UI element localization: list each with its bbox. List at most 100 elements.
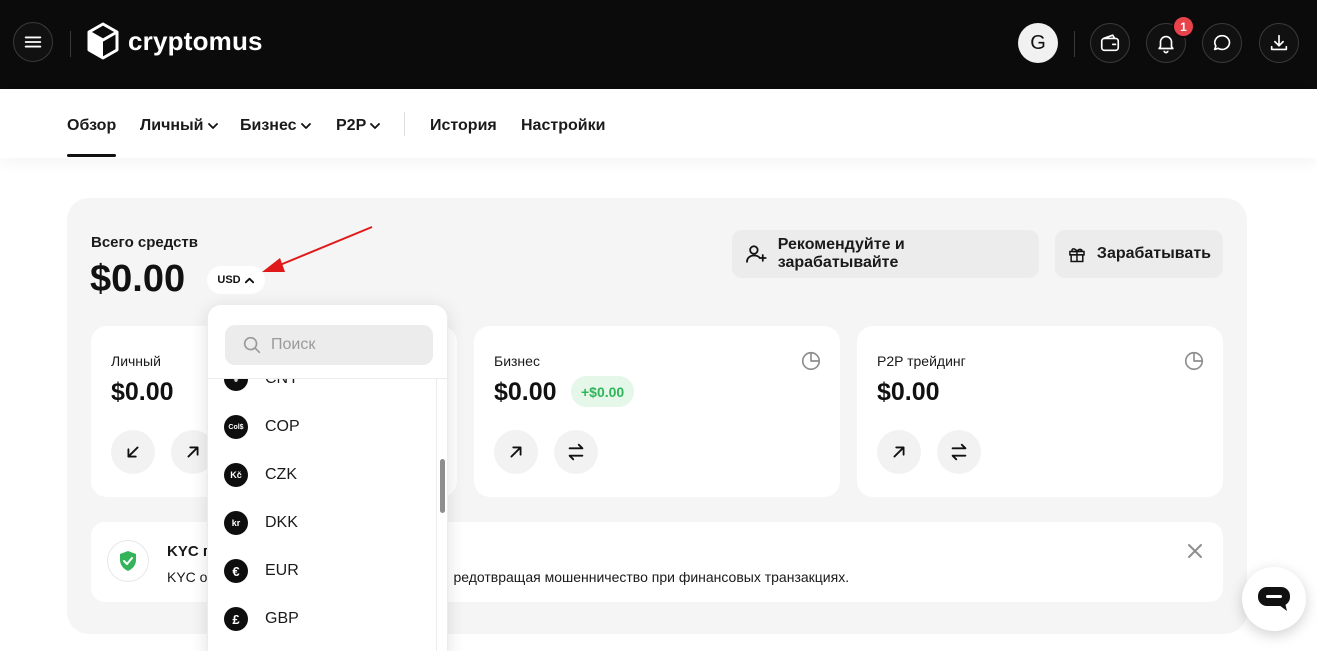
currency-option-czk[interactable]: Kč CZK [224, 461, 297, 489]
withdraw-button[interactable] [494, 430, 538, 474]
arrow-up-right-icon [893, 446, 905, 458]
scrollbar-track [436, 379, 437, 651]
nav-divider [404, 112, 405, 136]
chat-icon [1213, 34, 1231, 51]
scrollbar-thumb[interactable] [440, 459, 445, 513]
search-icon [243, 336, 261, 354]
wallet-button[interactable] [1090, 23, 1130, 63]
card-title: Бизнес [494, 353, 540, 369]
currency-dropdown: ¥ CNY Col$ COP Kč CZK kr DKK € EUR £ GBP [207, 304, 448, 651]
active-tab-indicator [67, 154, 116, 157]
menu-icon [24, 36, 42, 48]
brand-name: cryptomus [128, 25, 263, 56]
download-icon [1270, 34, 1288, 51]
refer-and-earn-button[interactable]: Рекомендуйте и зарабатывайте [732, 230, 1039, 278]
currency-option-dkk[interactable]: kr DKK [224, 509, 298, 537]
nav-personal[interactable]: Личный [140, 117, 219, 135]
chevron-down-icon [370, 123, 381, 129]
czk-coin-icon: Kč [224, 463, 248, 487]
divider [1074, 31, 1075, 57]
nav-label: Бизнес [240, 117, 297, 134]
business-card[interactable]: Бизнес $0.00 +$0.00 [474, 326, 840, 497]
nav-label: P2P [336, 117, 367, 134]
dkk-coin-icon: kr [224, 511, 248, 535]
currency-option-label: EUR [265, 562, 299, 579]
top-bar: cryptomus G 1 [0, 0, 1317, 89]
card-title: P2P трейдинг [877, 353, 966, 369]
card-balance: $0.00 [111, 378, 174, 406]
arrow-up-right-icon [510, 446, 522, 458]
support-chat-button[interactable] [1242, 567, 1306, 631]
nav-label: Личный [140, 117, 204, 134]
swap-icon [951, 443, 967, 461]
currency-search-input[interactable] [271, 336, 421, 354]
kyc-desc-left: KYC о [167, 569, 208, 585]
currency-code: USD [217, 274, 241, 286]
earn-button[interactable]: Зарабатывать [1055, 230, 1223, 278]
currency-option-label: COP [265, 418, 300, 435]
nav-label: История [430, 117, 497, 134]
chevron-down-icon [300, 123, 311, 129]
card-balance: $0.00 [494, 378, 557, 406]
withdraw-button[interactable] [877, 430, 921, 474]
divider [70, 31, 71, 57]
nav-overview[interactable]: Обзор [67, 117, 116, 135]
currency-selector[interactable]: USD [207, 266, 265, 294]
nav-settings[interactable]: Настройки [521, 117, 605, 135]
cny-coin-icon: ¥ [224, 379, 248, 391]
chat-bubble-icon [1258, 587, 1290, 611]
avatar[interactable]: G [1018, 23, 1058, 63]
card-title: Личный [111, 353, 161, 369]
bell-icon [1158, 35, 1174, 54]
nav-business[interactable]: Бизнес [240, 117, 312, 135]
transfer-button[interactable] [554, 430, 598, 474]
currency-search[interactable] [225, 325, 433, 365]
shield-check-icon [107, 540, 149, 582]
nav-history[interactable]: История [430, 117, 497, 135]
arrow-down-left-icon [127, 446, 139, 458]
chat-button[interactable] [1202, 23, 1242, 63]
logo[interactable]: cryptomus [86, 22, 263, 60]
card-balance: $0.00 [877, 378, 940, 406]
currency-option-label: CNY [265, 379, 299, 388]
deposit-button[interactable] [111, 430, 155, 474]
kyc-title: KYC п [167, 543, 212, 560]
earn-label: Зарабатывать [1096, 245, 1211, 262]
close-icon[interactable] [1185, 541, 1205, 561]
arrow-up-right-icon [187, 446, 199, 458]
main-nav: Обзор Личный Бизнес P2P История Настройк… [0, 89, 1317, 158]
pie-chart-icon[interactable] [1183, 350, 1205, 372]
chevron-up-icon [244, 277, 254, 283]
change-badge: +$0.00 [571, 376, 635, 407]
total-balance-value: $0.00 [90, 258, 186, 300]
nav-label: Настройки [521, 117, 606, 134]
pie-chart-icon[interactable] [800, 350, 822, 372]
menu-button[interactable] [13, 22, 53, 62]
transfer-button[interactable] [937, 430, 981, 474]
p2p-card[interactable]: P2P трейдинг $0.00 [857, 326, 1223, 497]
kyc-desc-right: редотвращая мошенничество при финансовых… [453, 569, 850, 585]
wallet-icon [1100, 34, 1120, 52]
notification-badge: 1 [1172, 15, 1195, 38]
nav-p2p[interactable]: P2P [336, 117, 381, 135]
refer-label: Рекомендуйте и зарабатывайте [777, 236, 905, 271]
currency-option-eur[interactable]: € EUR [224, 557, 299, 585]
currency-option-cop[interactable]: Col$ COP [224, 413, 300, 441]
currency-option-label: CZK [265, 466, 297, 483]
nav-label: Обзор [67, 117, 117, 134]
eur-coin-icon: € [224, 559, 248, 583]
currency-option-label: GBP [265, 610, 299, 627]
swap-icon [568, 443, 584, 461]
currency-list: ¥ CNY Col$ COP Kč CZK kr DKK € EUR £ GBP [208, 379, 436, 651]
currency-option-gbp[interactable]: £ GBP [224, 605, 299, 633]
total-balance-label: Всего средств [91, 234, 198, 251]
gift-icon [1069, 248, 1085, 263]
cop-coin-icon: Col$ [224, 415, 248, 439]
download-button[interactable] [1259, 23, 1299, 63]
add-user-icon [746, 245, 767, 263]
gbp-coin-icon: £ [224, 607, 248, 631]
currency-option-label: DKK [265, 514, 298, 531]
currency-option-cny[interactable]: ¥ CNY [224, 379, 299, 393]
chevron-down-icon [207, 123, 218, 129]
cube-logo-icon [87, 22, 119, 60]
